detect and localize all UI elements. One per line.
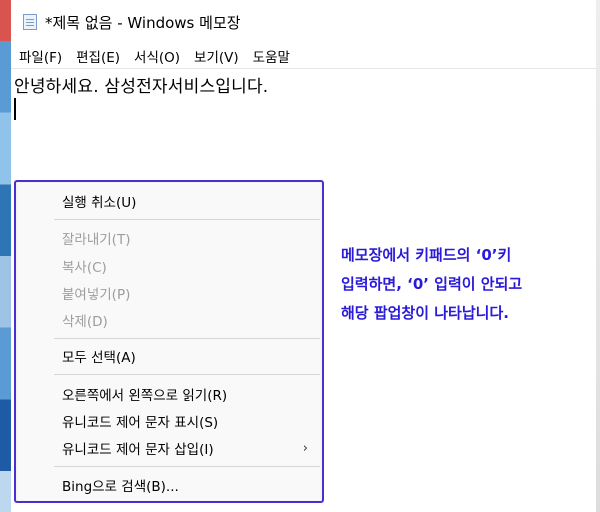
menu-help[interactable]: 도움말 xyxy=(247,46,296,66)
ctx-select-all[interactable]: 모두 선택(A) xyxy=(18,343,320,369)
menu-view[interactable]: 보기(V) xyxy=(188,46,245,66)
ctx-cut: 잘라내기(T) xyxy=(62,232,131,248)
annotation-line: 입력하면, ‘0’ 입력이 안되고 xyxy=(341,275,523,293)
annotation-line: 메모장에서 키패드의 ‘0’키 xyxy=(341,246,512,264)
ctx-delete: 삭제(D) xyxy=(62,314,108,330)
ctx-undo[interactable]: 실행 취소(U) xyxy=(18,188,320,214)
ctx-rtl-reading[interactable]: 오른쪽에서 왼쪽으로 읽기(R) xyxy=(18,381,320,407)
ctx-paste: 붙여넣기(P) xyxy=(62,287,131,303)
context-menu: 실행 취소(U) 잘라내기(T) 복사(C) 붙여넣기(P) 삭제(D) 모두 … xyxy=(18,183,320,500)
notepad-icon xyxy=(23,14,37,30)
text-caret xyxy=(14,98,16,120)
ctx-separator xyxy=(54,338,320,339)
ctx-separator xyxy=(54,466,320,467)
ctx-copy: 복사(C) xyxy=(62,260,107,276)
chevron-right-icon: › xyxy=(302,440,308,456)
ctx-search-bing[interactable]: Bing으로 검색(B)... xyxy=(18,472,320,498)
title-bar[interactable]: *제목 없음 - Windows 메모장 xyxy=(11,0,596,44)
editor-content: 안녕하세요. 삼성전자서비스입니다. xyxy=(14,77,269,97)
window-title: *제목 없음 - Windows 메모장 xyxy=(45,13,241,32)
annotation-line: 해당 팝업창이 나타납니다. xyxy=(341,304,509,322)
menu-bar: 파일(F) 편집(E) 서식(O) 보기(V) 도움말 xyxy=(11,44,596,69)
ctx-separator xyxy=(54,374,320,375)
menu-format[interactable]: 서식(O) xyxy=(128,46,186,66)
ctx-show-unicode-control[interactable]: 유니코드 제어 문자 표시(S) xyxy=(18,408,320,434)
menu-file[interactable]: 파일(F) xyxy=(13,46,68,66)
ctx-insert-unicode-control[interactable]: 유니코드 제어 문자 삽입(I) › xyxy=(18,435,320,461)
menu-edit[interactable]: 편집(E) xyxy=(70,46,126,66)
annotation-text: 메모장에서 키패드의 ‘0’키 입력하면, ‘0’ 입력이 안되고 해당 팝업창… xyxy=(341,241,596,328)
desktop-background-strip xyxy=(0,0,11,512)
ctx-separator xyxy=(54,219,320,220)
window-right-edge xyxy=(596,0,600,512)
